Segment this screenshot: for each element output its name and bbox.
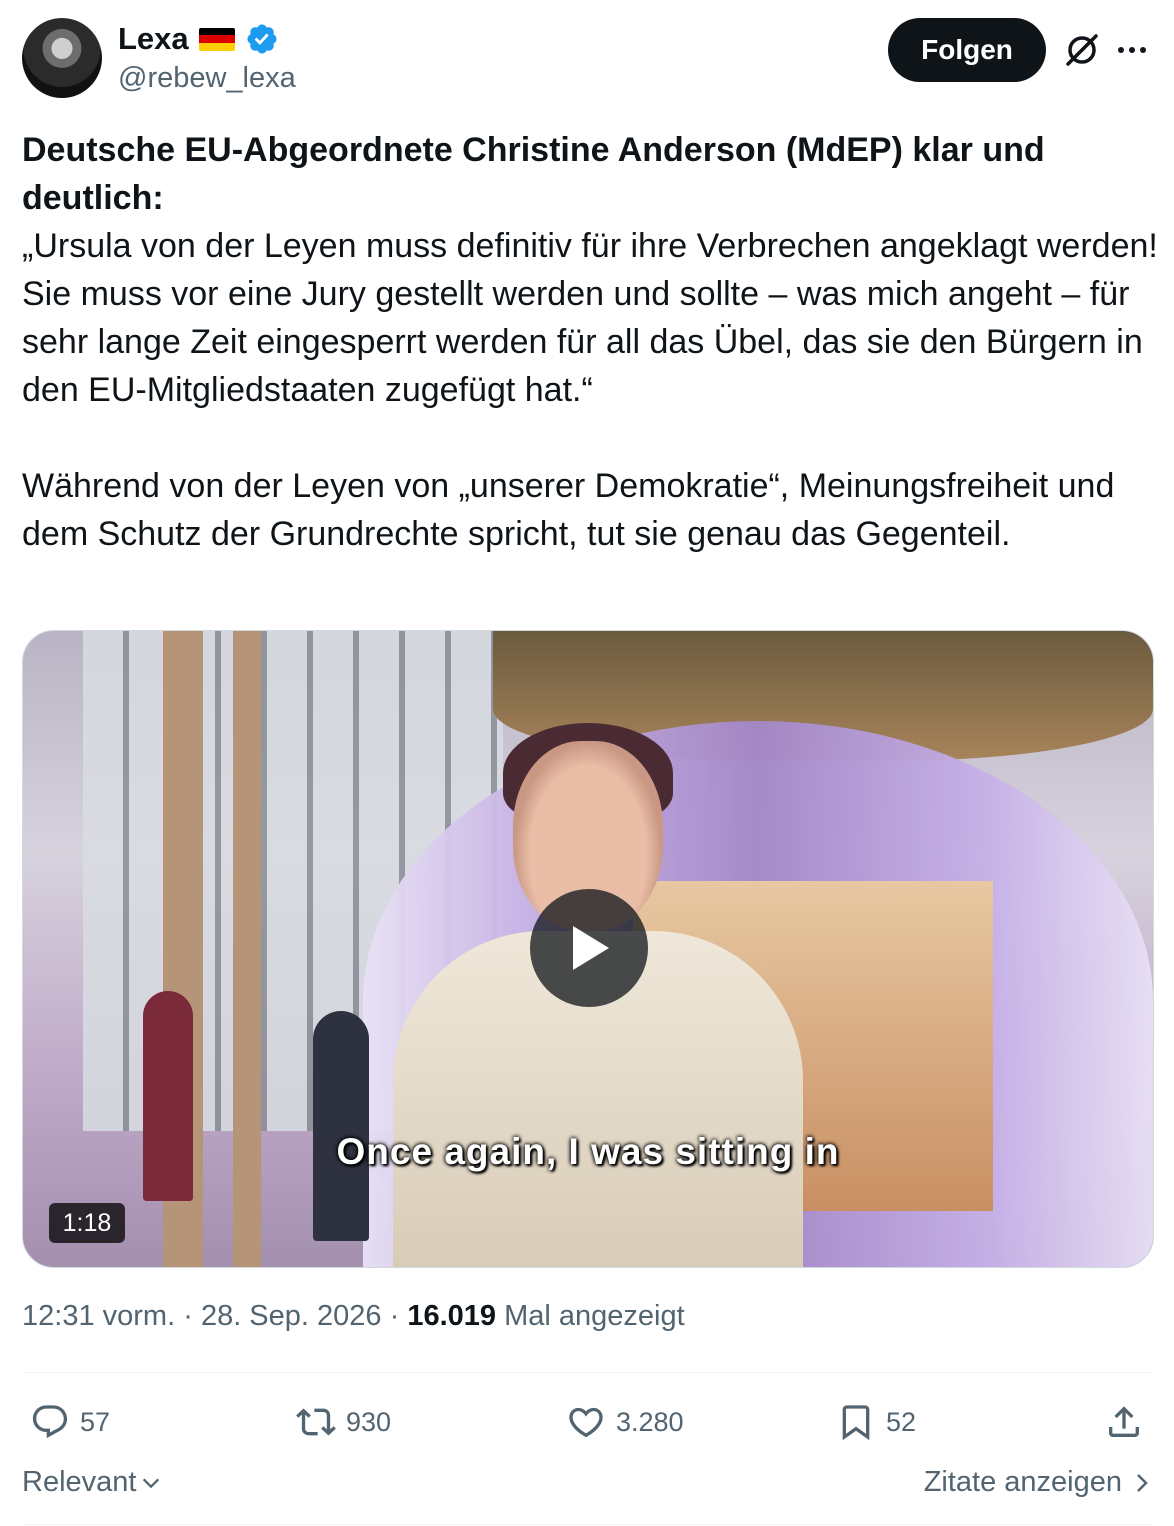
divider: [22, 1372, 1152, 1373]
views-label: Mal angezeigt: [504, 1300, 685, 1332]
repost-button[interactable]: 930: [296, 1392, 391, 1452]
post-paragraph2: Während von der Leyen von „unserer Demok…: [22, 467, 1115, 553]
reply-icon: [32, 1405, 68, 1439]
grok-icon[interactable]: [1062, 30, 1102, 70]
sort-label: Relevant: [22, 1466, 137, 1498]
views-count: 16.019: [407, 1300, 497, 1332]
video-player[interactable]: Once again, I was sitting in 1:18: [22, 630, 1154, 1268]
post-quote-line2: Sie muss vor eine Jury gestellt werden u…: [22, 275, 1143, 409]
repost-count: 930: [346, 1406, 392, 1437]
post-quote-line1: „Ursula von der Leyen muss definitiv für…: [22, 227, 1158, 265]
video-caption: Once again, I was sitting in: [336, 1131, 840, 1172]
author-handle[interactable]: @rebew_lexa: [118, 62, 296, 95]
view-quotes-link[interactable]: Zitate anzeigen: [924, 1466, 1152, 1499]
video-bystander: [313, 1011, 369, 1241]
post-headline: Deutsche EU-Abgeordnete Christine Anders…: [22, 131, 1045, 217]
divider: [22, 1524, 1152, 1525]
avatar[interactable]: [22, 18, 102, 98]
heart-icon: [569, 1407, 603, 1438]
chevron-right-icon: [1137, 1473, 1148, 1492]
bookmark-count: 52: [886, 1406, 917, 1437]
video-duration-badge: 1:18: [49, 1203, 125, 1243]
play-icon: [573, 926, 609, 970]
meta-separator: ·: [183, 1300, 193, 1332]
reply-button[interactable]: 57: [30, 1392, 110, 1452]
post-date[interactable]: 28. Sep. 2026: [201, 1300, 382, 1332]
quotes-label: Zitate anzeigen: [923, 1466, 1122, 1498]
bookmark-icon: [842, 1405, 870, 1441]
display-name[interactable]: Lexa: [118, 21, 189, 57]
sort-dropdown[interactable]: Relevant: [22, 1466, 162, 1499]
verified-badge-icon: [247, 24, 277, 54]
more-icon[interactable]: [1118, 30, 1154, 70]
play-button[interactable]: [530, 889, 648, 1007]
post-time[interactable]: 12:31 vorm.: [22, 1300, 175, 1332]
bookmark-button[interactable]: 52: [836, 1392, 916, 1452]
post-text: Deutsche EU-Abgeordnete Christine Anders…: [22, 126, 1162, 558]
reply-count: 57: [80, 1406, 111, 1437]
like-count: 3.280: [616, 1406, 684, 1437]
author-name-row: Lexa: [118, 20, 279, 58]
meta-separator: ·: [389, 1300, 400, 1332]
germany-flag-icon: [198, 27, 235, 51]
post-meta: 12:31 vorm. · 28. Sep. 2026 · 16.019 Mal…: [22, 1300, 685, 1333]
follow-button[interactable]: Folgen: [888, 18, 1046, 82]
repost-icon: [296, 1408, 336, 1436]
like-button[interactable]: 3.280: [566, 1392, 684, 1452]
action-bar: 57 930 3.280 52: [22, 1392, 1152, 1452]
share-icon: [1109, 1406, 1139, 1437]
chevron-down-icon: [143, 1478, 160, 1488]
share-button[interactable]: [1104, 1392, 1144, 1452]
